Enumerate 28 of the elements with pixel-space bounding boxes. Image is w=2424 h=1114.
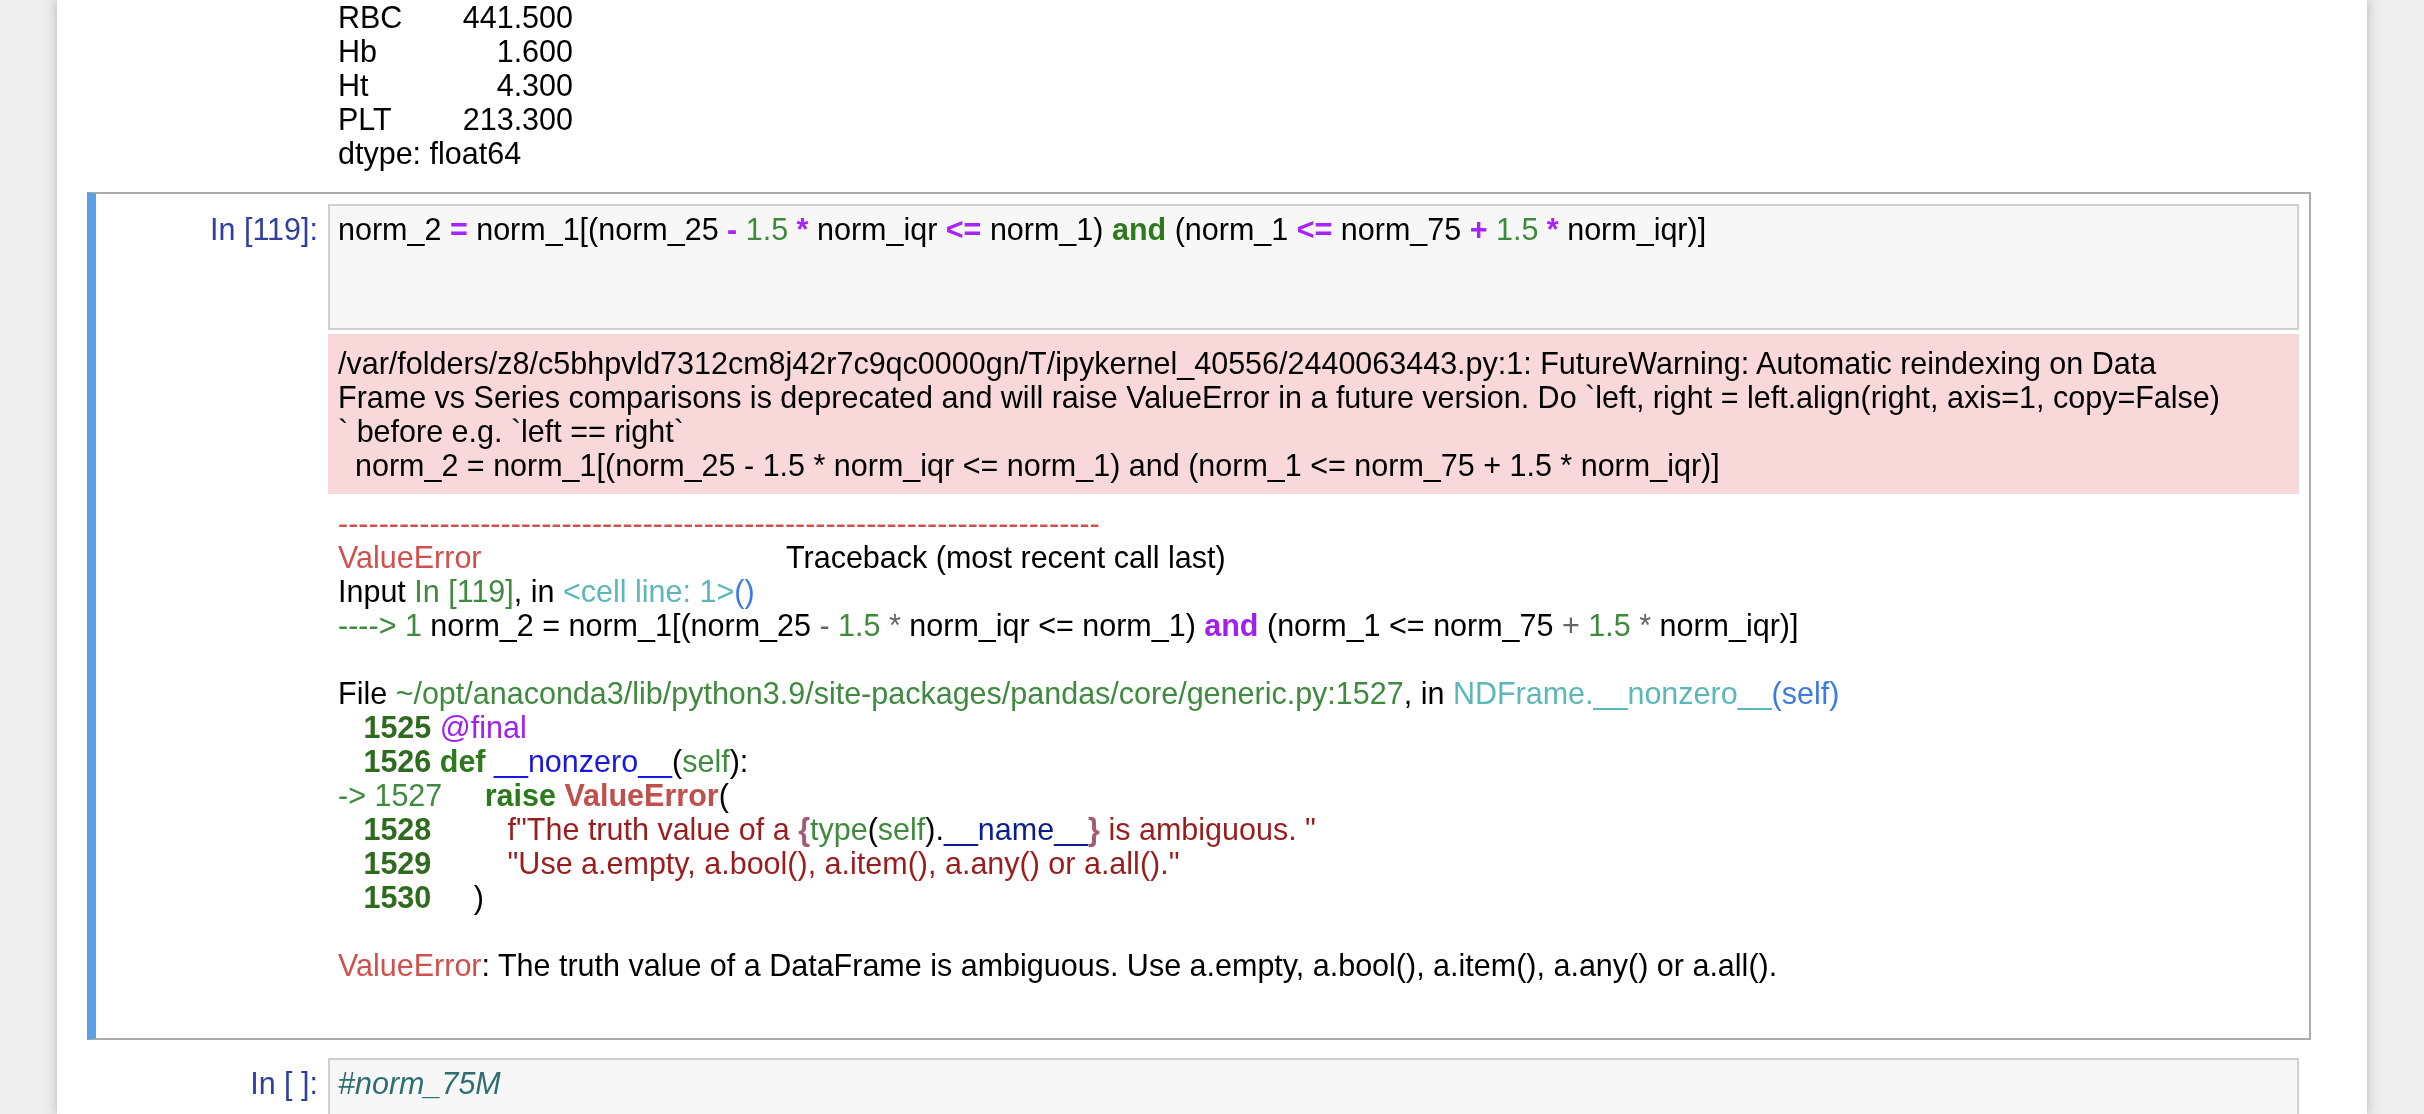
traceback-line: 1528 f"The truth value of a {type(self).__name__} is ambiguous. "	[362, 812, 1317, 846]
traceback-line: -> 1527 raise ValueError(	[338, 778, 729, 812]
traceback-line: 1529 "Use a.empty, a.bool(), a.item(), a.any() or a.all()."	[362, 846, 1180, 880]
traceback-line: 1525 @final	[362, 710, 527, 744]
traceback-line: Input In [119], in <cell line: 1>()	[338, 574, 756, 608]
series-value: 4.300	[495, 68, 573, 102]
traceback-line: ValueError: The truth value of a DataFrame is ambiguous. Use a.empty, a.bool(), a.item(), a.any() or a.all().	[338, 948, 1779, 982]
series-value: 441.500	[461, 0, 573, 34]
series-value: 1.600	[495, 34, 573, 68]
cell-prompt: In [119]:	[209, 211, 319, 249]
code-input[interactable]: #norm_75M	[328, 1058, 2299, 1114]
cell-prompt: In [ ]:	[249, 1065, 319, 1103]
series-index: Ht	[338, 68, 370, 102]
traceback-line: ValueError Traceback (most recent call last)	[338, 540, 1227, 574]
dtype-text: dtype: float64	[338, 136, 523, 170]
traceback-line: ----> 1 norm_2 = norm_1[(norm_25 - 1.5 * norm_iqr <= norm_1) and (norm_1 <= norm_75 + 1.5 * norm_iqr)]	[338, 608, 1800, 642]
notebook-cell[interactable]	[87, 192, 2311, 1040]
traceback-line: 1530 )	[362, 880, 485, 914]
code-input[interactable]: norm_2 = norm_1[(norm_25 - 1.5 * norm_iqr <= norm_1) and (norm_1 <= norm_75 + 1.5 * norm_iqr)]	[328, 204, 2299, 330]
notebook-cell[interactable]: In [ ]: #norm_75M	[87, 1046, 2311, 1114]
series-index: RBC	[338, 0, 404, 34]
warning-output: /var/folders/z8/c5bhpvld7312cm8j42r7c9qc0000gn/T/ipykernel_40556/2440063443.py:1: FutureWarning: Automatic reindexing on Data Frame vs Series comparisons is deprecated and will raise ValueError in a future version. Do `left, right = left.align(right, axis=1, copy=False) ` before e.g. `left == right` norm_2 = norm_1[(norm_25 - 1.5 * norm_iqr <= norm_1) and (norm_1 <= norm_75 + 1.5 * norm_iqr)]	[328, 334, 2299, 494]
traceback-line: ---------------------------------------------------------------------------	[338, 506, 1101, 540]
traceback-line: File ~/opt/anaconda3/lib/python3.9/site-packages/pandas/core/generic.py:1527, in NDFrame.__nonzero__(self)	[338, 676, 1841, 710]
series-index: PLT	[338, 102, 393, 136]
series-index: Hb	[338, 34, 378, 68]
series-value: 213.300	[461, 102, 573, 136]
traceback-line: 1526 def __nonzero__(self):	[362, 744, 750, 778]
